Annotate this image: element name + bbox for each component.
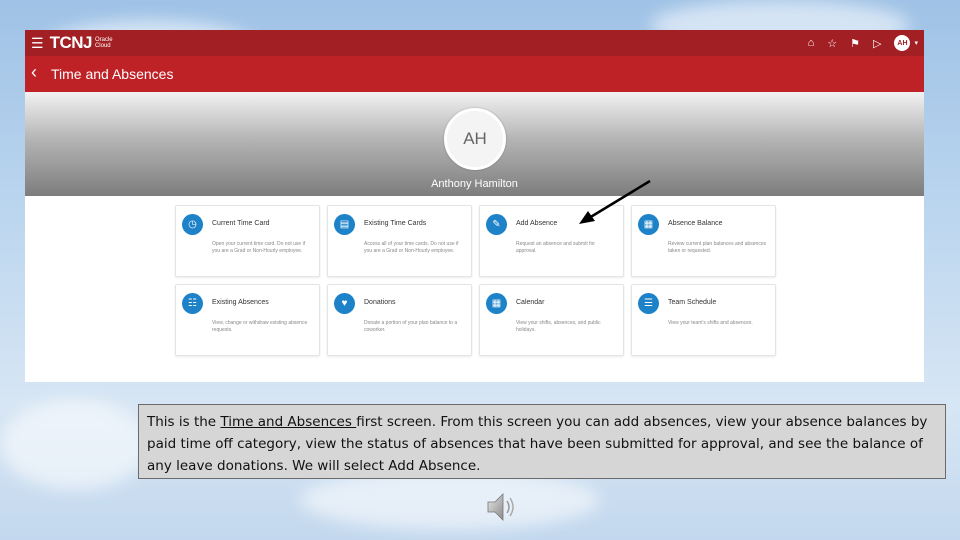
tile-title: Existing Absences — [212, 299, 269, 306]
absences-icon: ☷ — [182, 293, 203, 314]
page-title: Time and Absences — [51, 66, 174, 82]
menu-icon[interactable]: ☰ — [31, 35, 44, 52]
add-absence-icon: ✎ — [486, 214, 507, 235]
profile-banner: AH Anthony Hamilton — [25, 92, 924, 196]
donation-icon: ♥ — [334, 293, 355, 314]
pointer-arrow — [579, 179, 651, 224]
chevron-down-icon[interactable]: ▾ — [914, 39, 918, 47]
app-screenshot: ☰ TCNJ Oracle Cloud ⌂ ☆ ⚑ ▷ AH ▾ ‹ Time … — [25, 30, 924, 382]
profile-avatar: AH — [444, 108, 506, 170]
user-avatar[interactable]: AH — [894, 35, 911, 51]
tile-donations[interactable]: ♥ Donations Donate a portion of your pla… — [327, 284, 472, 356]
home-icon[interactable]: ⌂ — [808, 37, 815, 49]
tile-calendar[interactable]: ▦ Calendar View your shifts, absences, a… — [479, 284, 624, 356]
tile-title: Calendar — [516, 299, 545, 306]
tile-title: Existing Time Cards — [364, 220, 427, 227]
flag-icon[interactable]: ⚑ — [850, 37, 860, 50]
tile-title: Team Schedule — [668, 299, 717, 306]
cloud — [300, 470, 600, 530]
caption-text-start: This is the — [147, 414, 221, 430]
header-icons: ⌂ ☆ ⚑ ▷ AH ▾ — [808, 35, 918, 51]
logo-subtitle: Oracle Cloud — [94, 37, 113, 49]
instruction-caption: This is the Time and Absences first scre… — [138, 404, 946, 479]
tile-team-schedule[interactable]: ☰ Team Schedule View your team's shifts … — [631, 284, 776, 356]
favorites-icon[interactable]: ☆ — [827, 37, 837, 50]
tile-title: Absence Balance — [668, 220, 723, 227]
person-name: Anthony Hamilton — [431, 178, 518, 190]
logo[interactable]: TCNJ — [50, 33, 93, 53]
tile-description: View your team's shifts and absences. — [668, 320, 753, 326]
cloud — [0, 400, 150, 490]
tile-description: Review current plan balances and absence… — [668, 241, 767, 254]
notifications-icon[interactable]: ▷ — [873, 37, 881, 50]
cards-icon: ▤ — [334, 214, 355, 235]
schedule-icon: ☰ — [638, 293, 659, 314]
clock-icon: ◷ — [182, 214, 203, 235]
tile-description: Open your current time card. Do not use … — [212, 241, 306, 254]
page-header: ‹ Time and Absences — [25, 56, 924, 92]
tile-existing-absences[interactable]: ☷ Existing Absences View, change or with… — [175, 284, 320, 356]
tile-current-time-card[interactable]: ◷ Current Time Card Open your current ti… — [175, 205, 320, 277]
tile-title: Current Time Card — [212, 220, 270, 227]
tile-description: Request an absence and submit for approv… — [516, 241, 595, 254]
tile-grid: ◷ Current Time Card Open your current ti… — [175, 205, 776, 356]
tile-description: Donate a portion of your plan balance to… — [364, 320, 458, 333]
tile-title: Add Absence — [516, 220, 558, 227]
global-header: ☰ TCNJ Oracle Cloud ⌂ ☆ ⚑ ▷ AH ▾ — [25, 30, 924, 56]
back-icon[interactable]: ‹ — [31, 62, 37, 83]
calendar-icon: ▦ — [486, 293, 507, 314]
tile-title: Donations — [364, 299, 396, 306]
tile-description: View, change or withdraw existing absenc… — [212, 320, 308, 333]
caption-underlined: Time and Absences — [220, 414, 357, 430]
tile-description: Access all of your time cards. Do not us… — [364, 241, 459, 254]
tile-description: View your shifts, absences, and public h… — [516, 320, 601, 333]
audio-speaker-icon[interactable] — [485, 489, 521, 525]
tile-existing-time-cards[interactable]: ▤ Existing Time Cards Access all of your… — [327, 205, 472, 277]
